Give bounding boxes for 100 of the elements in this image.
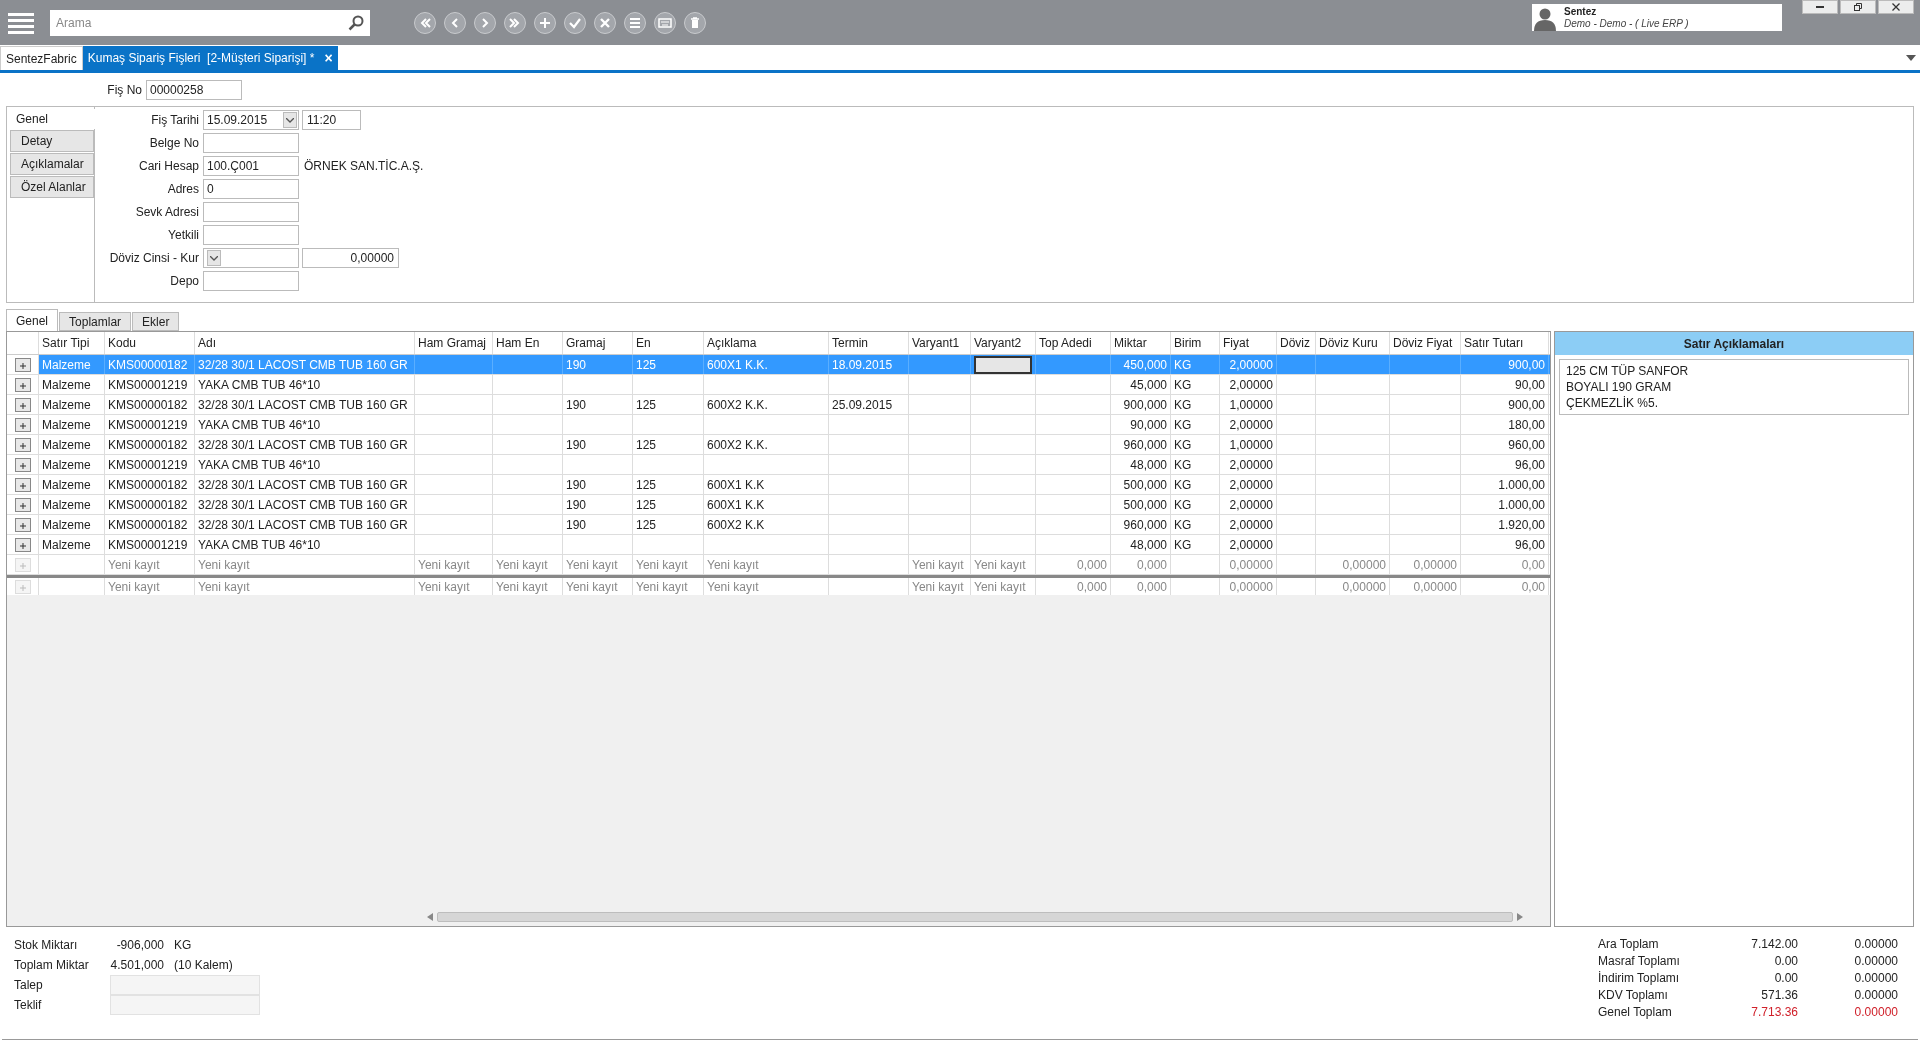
expand-button[interactable] <box>14 497 31 512</box>
table-row[interactable]: Malzeme KMS00000182 32/28 30/1 LACOST CMB TUB 160 GR 190 125 600X1 K.K 500,000 KG 2,00000 1.000,00 <box>7 475 1550 495</box>
column-header[interactable]: Gramaj <box>563 332 633 354</box>
table-row[interactable]: Yeni kayıt Yeni kayıt Yeni kayıt Yeni kayıt Yeni kayıt Yeni kayıt Yeni kayıt Yeni kayıt Yeni kayıt 0,000 0,000 0,00000 0,00000 0,00000 0,00 <box>7 575 1550 595</box>
document-tab[interactable]: SentezFabric <box>0 46 83 70</box>
user-avatar-icon <box>1534 8 1556 31</box>
toolbar-button[interactable] <box>444 11 466 34</box>
toolbar-button[interactable] <box>684 11 706 34</box>
expand-button[interactable] <box>14 437 31 452</box>
table-row[interactable]: Malzeme KMS00000182 32/28 30/1 LACOST CMB TUB 160 GR 190 125 600X2 K.K. 25.09.2015 900,000 KG 1,00000 900,00 <box>7 395 1550 415</box>
toolbar-button[interactable] <box>594 11 616 34</box>
plus-icon <box>18 400 27 409</box>
table-row[interactable]: Malzeme KMS00000182 32/28 30/1 LACOST CMB TUB 160 GR 190 125 600X2 K.K. 960,000 KG 1,00000 960,00 <box>7 435 1550 455</box>
dropdown-field[interactable] <box>203 248 299 268</box>
column-header[interactable]: Adı <box>195 332 415 354</box>
currency-total-value: 0.00000 <box>1853 969 1898 987</box>
toolbar-button[interactable] <box>654 11 676 34</box>
column-header[interactable]: Ham Gramaj <box>415 332 493 354</box>
table-row[interactable]: Malzeme KMS00001219 YAKA CMB TUB 46*10 45,000 KG 2,00000 90,00 <box>7 375 1550 395</box>
text-field[interactable]: 0 <box>203 179 299 199</box>
tab-close-button[interactable]: × <box>324 47 333 69</box>
tab[interactable]: Genel <box>6 309 59 331</box>
expand-button[interactable] <box>14 517 31 532</box>
fis-no-field[interactable]: 00000258 <box>146 79 242 100</box>
expand-button[interactable] <box>14 417 31 432</box>
table-row[interactable]: Malzeme KMS00000182 32/28 30/1 LACOST CMB TUB 160 GR 190 125 600X1 K.K 500,000 KG 2,00000 1.000,00 <box>7 495 1550 515</box>
table-cell-text: 900,000 <box>1123 396 1167 414</box>
user-panel[interactable]: Sentez Demo - Demo - ( Live ERP ) <box>1532 4 1782 31</box>
column-header[interactable]: Kodu <box>105 332 195 354</box>
summary-label: Toplam Miktar <box>14 957 90 974</box>
column-header[interactable]: Miktar <box>1111 332 1171 354</box>
column-header[interactable]: Birim <box>1171 332 1220 354</box>
table-row[interactable]: Malzeme KMS00001219 YAKA CMB TUB 46*10 90,000 KG 2,00000 180,00 <box>7 415 1550 435</box>
side-tab[interactable]: Detay <box>10 130 94 152</box>
toolbar-button[interactable] <box>564 11 586 34</box>
search-field[interactable]: Arama <box>50 9 370 36</box>
table-cell-text: 190 <box>566 436 587 454</box>
side-tab[interactable]: Açıklamalar <box>10 153 94 175</box>
tab[interactable]: Toplamlar <box>59 312 132 331</box>
expand-button[interactable] <box>14 477 31 492</box>
side-tab[interactable]: Özel Alanlar <box>10 176 94 198</box>
placeholder-cell-text: 0,00000 <box>1229 556 1273 574</box>
restore-button[interactable] <box>1840 0 1876 14</box>
column-header[interactable]: Varyant1 <box>909 332 971 354</box>
text-field[interactable]: 11:20 <box>302 110 361 130</box>
column-header[interactable]: Satır Tipi <box>39 332 105 354</box>
expand-button[interactable] <box>14 537 31 552</box>
placeholder-cell-text: Yeni kayıt <box>496 556 548 574</box>
text-field[interactable] <box>203 133 299 153</box>
table-cell-text: YAKA CMB TUB 46*10 <box>198 456 321 474</box>
text-field[interactable] <box>203 202 299 222</box>
toolbar-button[interactable] <box>414 11 436 34</box>
column-header[interactable]: Döviz <box>1277 332 1316 354</box>
column-header[interactable]: Açıklama <box>704 332 829 354</box>
currency-total-value: 0.00000 <box>1853 952 1898 970</box>
close-button[interactable] <box>1878 0 1914 14</box>
column-header[interactable]: Döviz Kuru <box>1316 332 1390 354</box>
plus-icon <box>18 500 27 509</box>
table-cell[interactable] <box>971 355 1036 374</box>
document-tab[interactable]: Kumaş Sipariş Fişleri [2-Müşteri Siparişi] * × <box>82 46 338 70</box>
text-field[interactable]: 0,00000 <box>302 248 399 268</box>
table-row[interactable]: Yeni kayıt Yeni kayıt Yeni kayıt Yeni kayıt Yeni kayıt Yeni kayıt Yeni kayıt Yeni kayıt Yeni kayıt 0,000 0,000 0,00000 0,00000 0,00000 0,00 <box>7 555 1550 575</box>
toolbar-button[interactable] <box>504 11 526 34</box>
table-row[interactable]: Malzeme KMS00000182 32/28 30/1 LACOST CMB TUB 160 GR 190 125 600X2 K.K 960,000 KG 2,00000 1.920,00 <box>7 515 1550 535</box>
text-field[interactable] <box>110 975 260 995</box>
left-arrow-icon <box>427 913 433 921</box>
text-field[interactable] <box>203 225 299 245</box>
table-cell-text: 96,00 <box>1514 456 1545 474</box>
column-header[interactable]: Termin <box>829 332 909 354</box>
placeholder-cell-text: 0,000 <box>1076 556 1107 574</box>
column-header[interactable]: Varyant2 <box>971 332 1036 354</box>
table-cell-text: 32/28 30/1 LACOST CMB TUB 160 GR <box>198 436 408 454</box>
table-cell-text: Malzeme <box>42 376 91 394</box>
table-cell-text: KMS00000182 <box>108 476 188 494</box>
text-field[interactable] <box>110 995 260 1015</box>
expand-button[interactable] <box>14 397 31 412</box>
toolbar-button[interactable] <box>474 11 496 34</box>
table-row[interactable]: Malzeme KMS00001219 YAKA CMB TUB 46*10 48,000 KG 2,00000 96,00 <box>7 535 1550 555</box>
table-cell-text: KG <box>1174 376 1192 394</box>
column-header[interactable]: Fiyat <box>1220 332 1277 354</box>
toolbar-button[interactable] <box>624 11 646 34</box>
expand-button[interactable] <box>14 457 31 472</box>
table-row[interactable]: Malzeme KMS00001219 YAKA CMB TUB 46*10 48,000 KG 2,00000 96,00 <box>7 455 1550 475</box>
toolbar-button[interactable] <box>534 11 556 34</box>
expand-button[interactable] <box>14 357 31 372</box>
right-arrow-icon <box>1517 913 1523 921</box>
table-cell-text: KG <box>1174 476 1192 494</box>
text-field[interactable] <box>203 271 299 291</box>
notes-text-area[interactable]: 125 CM TÜP SANFOR BOYALI 190 GRAM ÇEKMEZLİK %5. <box>1559 359 1909 415</box>
column-header[interactable]: Döviz Fiyat <box>1390 332 1461 354</box>
column-header[interactable]: Ham En <box>493 332 563 354</box>
text-field[interactable]: 100.Ç001 <box>203 156 299 176</box>
expand-button[interactable] <box>14 377 31 392</box>
tab[interactable]: Ekler <box>132 312 180 331</box>
column-header[interactable]: Top Adedi <box>1036 332 1111 354</box>
column-header[interactable]: Satır Tutarı <box>1461 332 1549 354</box>
dropdown-field[interactable]: 15.09.2015 <box>203 110 299 130</box>
placeholder-cell: Yeni kayıt <box>566 578 618 595</box>
column-header[interactable]: En <box>633 332 704 354</box>
minimize-button[interactable] <box>1802 0 1838 14</box>
